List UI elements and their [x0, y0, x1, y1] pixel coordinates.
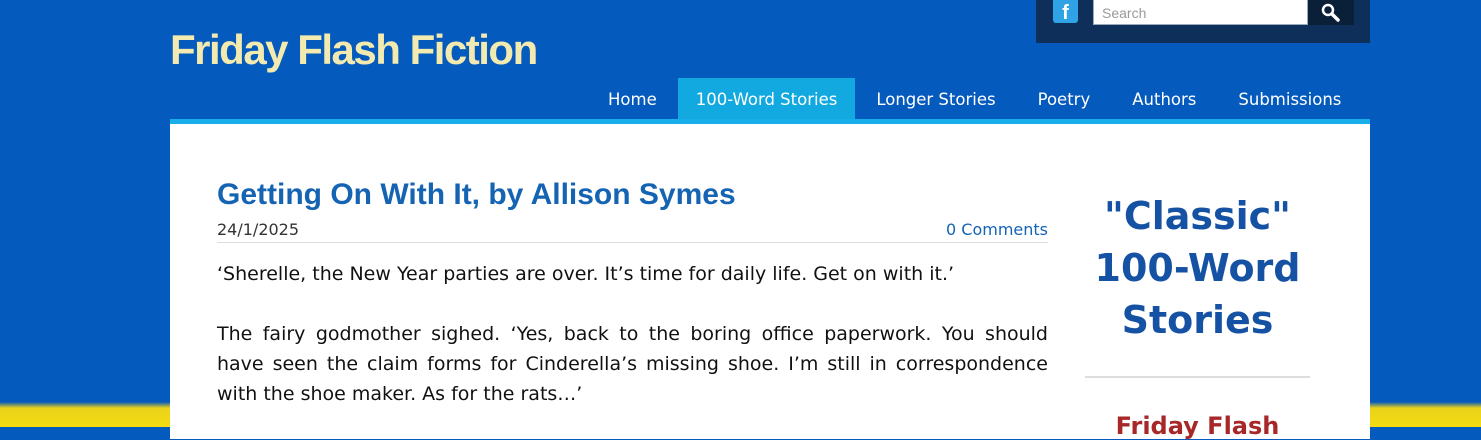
nav-submissions[interactable]: Submissions	[1217, 78, 1362, 119]
post-title[interactable]: Getting On With It, by Allison Symes	[217, 178, 736, 212]
top-utility-bar: f	[1036, 0, 1370, 43]
nav-authors[interactable]: Authors	[1111, 78, 1217, 119]
post-divider	[217, 242, 1048, 243]
post-paragraph: ‘Sherelle, the New Year parties are over…	[217, 263, 955, 285]
magnifier-icon	[1321, 3, 1340, 22]
main-nav: Home 100-Word Stories Longer Stories Poe…	[587, 78, 1362, 119]
sidebar-heading: "Classic" 100-Word Stories	[1094, 194, 1301, 342]
post-date: 24/1/2025	[217, 220, 300, 239]
facebook-icon[interactable]: f	[1053, 0, 1078, 24]
site-title[interactable]: Friday Flash Fiction	[170, 26, 538, 74]
sidebar-divider	[1085, 376, 1310, 378]
nav-100-word-stories[interactable]: 100-Word Stories	[677, 78, 856, 119]
comments-link[interactable]: 0 Comments	[946, 220, 1048, 239]
nav-longer-stories[interactable]: Longer Stories	[855, 78, 1016, 119]
search-input[interactable]	[1093, 0, 1308, 25]
post-paragraph: The fairy godmother sighed. ‘Yes, back t…	[217, 323, 1048, 405]
content-area: Getting On With It, by Allison Symes 24/…	[170, 119, 1370, 440]
post-body: ‘Sherelle, the New Year parties are over…	[217, 259, 1048, 439]
sidebar-subheading: Friday Flash	[1115, 412, 1280, 440]
search-button[interactable]	[1308, 0, 1354, 25]
nav-home[interactable]: Home	[587, 78, 678, 119]
nav-poetry[interactable]: Poetry	[1017, 78, 1112, 119]
